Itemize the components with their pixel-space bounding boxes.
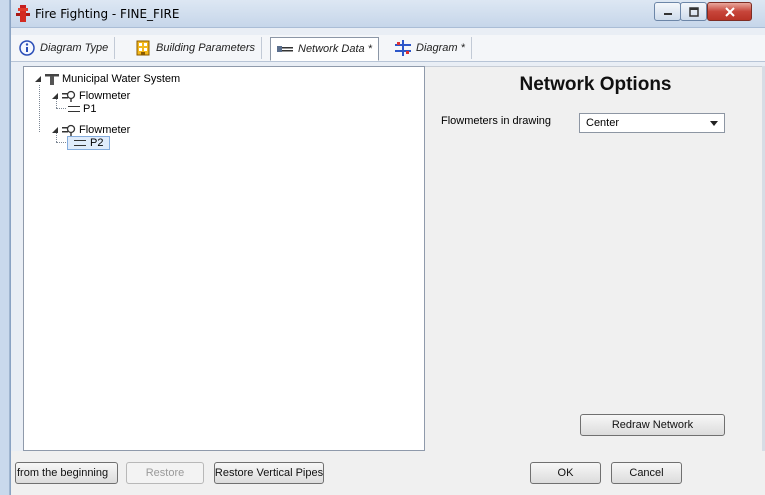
tree-label: Flowmeter bbox=[79, 124, 131, 136]
app-window: Fire Fighting - FINE_FIRE Diagram Type B… bbox=[10, 0, 765, 495]
pipe-icon bbox=[74, 140, 86, 146]
select-value: Center bbox=[586, 117, 620, 129]
from-the-beginning-button[interactable]: from the beginning bbox=[15, 462, 118, 484]
flowmeters-in-drawing-select[interactable]: Center bbox=[579, 113, 725, 133]
network-tree[interactable]: Municipal Water System Flowmeter P1 Flow… bbox=[23, 66, 425, 451]
maximize-icon bbox=[688, 6, 699, 17]
tab-diagram-type[interactable]: Diagram Type bbox=[13, 37, 116, 59]
button-label: Redraw Network bbox=[611, 419, 694, 431]
network-icon bbox=[277, 46, 293, 52]
tab-label: Diagram Type bbox=[40, 42, 109, 54]
button-label: OK bbox=[557, 467, 574, 479]
restore-vertical-pipes-button[interactable]: Restore Vertical Pipes bbox=[214, 462, 324, 484]
info-icon bbox=[19, 40, 35, 56]
network-options-panel: Network Options Flowmeters in drawing Ce… bbox=[425, 66, 765, 451]
tree-root-municipal-water-system[interactable]: Municipal Water System bbox=[34, 72, 180, 86]
restore-button[interactable]: Restore bbox=[126, 462, 204, 484]
button-label: Restore bbox=[145, 467, 185, 479]
minimize-icon bbox=[663, 12, 672, 15]
flowmeter-icon bbox=[62, 90, 76, 102]
tree-label: P1 bbox=[83, 103, 97, 115]
minimize-button[interactable] bbox=[654, 2, 681, 21]
hydrant-icon bbox=[45, 74, 59, 85]
tab-bar: Diagram Type Building Parameters Network… bbox=[11, 35, 765, 62]
building-icon bbox=[136, 40, 150, 56]
tree-node-flowmeter[interactable]: Flowmeter bbox=[51, 89, 130, 103]
tab-building-parameters[interactable]: Building Parameters bbox=[129, 37, 263, 59]
tree-label: Flowmeter bbox=[79, 90, 131, 102]
flowmeters-in-drawing-label: Flowmeters in drawing bbox=[441, 115, 552, 127]
tree-selected-item[interactable]: P2 bbox=[67, 136, 111, 150]
fire-hydrant-app-icon bbox=[16, 5, 30, 22]
title-bar[interactable]: Fire Fighting - FINE_FIRE bbox=[11, 0, 765, 28]
maximize-button[interactable] bbox=[680, 2, 707, 21]
flowmeter-icon bbox=[62, 124, 76, 136]
tree-leaf-p1[interactable]: P1 bbox=[68, 102, 96, 116]
redraw-network-button[interactable]: Redraw Network bbox=[580, 414, 725, 436]
tab-network-data[interactable]: Network Data * bbox=[270, 37, 379, 61]
expand-triangle-icon[interactable] bbox=[51, 126, 59, 134]
tab-label: Diagram * bbox=[416, 42, 465, 54]
close-button[interactable] bbox=[707, 2, 752, 21]
expand-triangle-icon[interactable] bbox=[34, 75, 42, 83]
footer-bar: from the beginning Restore Restore Verti… bbox=[11, 451, 765, 495]
expand-triangle-icon[interactable] bbox=[51, 92, 59, 100]
tree-node-flowmeter[interactable]: Flowmeter bbox=[51, 123, 130, 137]
pipe-icon bbox=[68, 106, 80, 112]
button-label: from the beginning bbox=[17, 467, 109, 479]
diagram-icon bbox=[395, 40, 411, 56]
panel-title: Network Options bbox=[519, 74, 672, 95]
tree-label: Municipal Water System bbox=[62, 73, 181, 85]
window-title: Fire Fighting - FINE_FIRE bbox=[35, 7, 180, 21]
background-window-edge bbox=[0, 0, 10, 495]
tree-label: P2 bbox=[90, 137, 104, 149]
dropdown-arrow-icon bbox=[710, 121, 718, 126]
tree-leaf-p2[interactable]: P2 bbox=[67, 136, 111, 150]
tab-diagram[interactable]: Diagram * bbox=[389, 37, 472, 59]
tab-label: Network Data * bbox=[298, 43, 372, 55]
button-label: Cancel bbox=[629, 467, 664, 479]
button-label: Restore Vertical Pipes bbox=[214, 467, 324, 479]
close-icon bbox=[724, 6, 735, 17]
tab-label: Building Parameters bbox=[156, 42, 256, 54]
cancel-button[interactable]: Cancel bbox=[611, 462, 682, 484]
ok-button[interactable]: OK bbox=[530, 462, 601, 484]
